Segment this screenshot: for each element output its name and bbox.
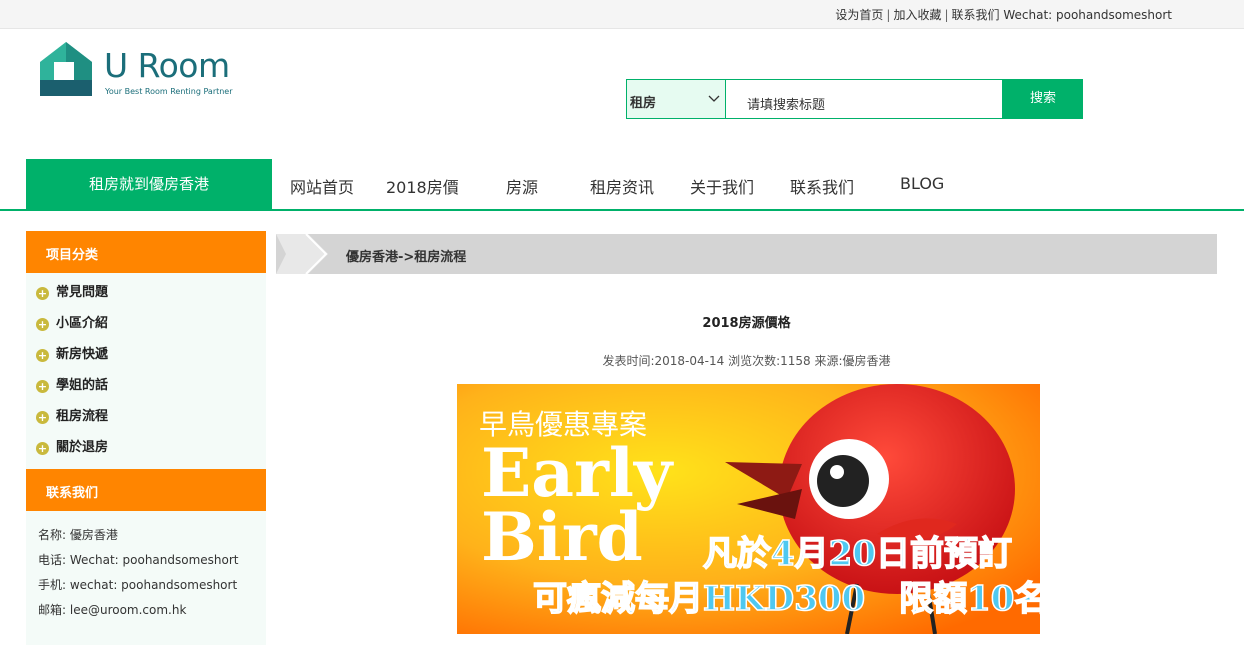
sidebar-contact-title: 联系我们 (26, 469, 266, 511)
house-icon (40, 42, 92, 96)
banner-bird: Bird (481, 498, 643, 576)
chevron-down-icon (708, 95, 720, 102)
add-favorite-link[interactable]: 加入收藏 (893, 8, 941, 22)
sidebar-item-label: 常見問題 (56, 285, 109, 300)
banner-graphic: 早鳥優惠專案 Early Bird 凡於4月20日前預訂 可瘋減每月HKD300… (457, 384, 1040, 634)
set-home-link[interactable]: 设为首页 (835, 8, 883, 22)
sidebar-item-checkout[interactable]: + 關於退房 (36, 436, 108, 455)
breadcrumb-arrow-icon (276, 234, 328, 274)
nav-item-news[interactable]: 租房资讯 (590, 174, 654, 198)
nav-item-prices[interactable]: 2018房價 (386, 174, 459, 198)
search-category-value: 租房 (630, 96, 657, 111)
search-input[interactable] (726, 79, 1003, 119)
contact-name: 名称: 優房香港 (38, 528, 118, 542)
article-meta: 发表时间:2018-04-14 浏览次数:1158 来源:優房香港 (602, 354, 891, 368)
breadcrumb-text: 優房香港->租房流程 (346, 250, 467, 265)
contact-mobile: 手机: wechat: poohandsomeshort (38, 578, 238, 592)
top-links: 设为首页 | 加入收藏 | 联系我们 Wechat: poohandsomeshort (835, 6, 1172, 23)
plus-circle-icon: + (36, 442, 49, 455)
contact-email: 邮箱: lee@uroom.com.hk (38, 603, 187, 617)
logo-tagline: Your Best Room Renting Partner (105, 87, 233, 96)
sidebar-contact-box: 名称: 優房香港 电话: Wechat: poohandsomeshort 手机… (26, 511, 266, 645)
sidebar-item-label: 學姐的話 (56, 378, 109, 393)
site-logo[interactable]: U Room Your Best Room Renting Partner (38, 40, 258, 100)
contact-phone: 电话: Wechat: poohandsomeshort (38, 553, 239, 567)
search-button[interactable]: 搜索 (1003, 79, 1083, 119)
article-title: 2018房源價格 (702, 316, 791, 331)
sidebar-item-senior-tips[interactable]: + 學姐的話 (36, 374, 108, 393)
banner-offer-2: 可瘋減每月HKD300 限額10名 (533, 579, 1040, 619)
banner-offer-1: 凡於4月20日前預訂 (703, 534, 1012, 574)
breadcrumb: 優房香港->租房流程 (276, 234, 1217, 274)
search-category-select[interactable]: 租房 (626, 79, 726, 119)
logo-wordmark: U Room (104, 46, 230, 85)
sidebar-item-rental-process[interactable]: + 租房流程 (36, 405, 108, 424)
sidebar-item-new-listings[interactable]: + 新房快遞 (36, 343, 108, 362)
top-bar: 设为首页 | 加入收藏 | 联系我们 Wechat: poohandsomeshort (0, 0, 1244, 29)
plus-circle-icon: + (36, 287, 49, 300)
plus-circle-icon: + (36, 318, 49, 331)
sidebar-item-label: 租房流程 (56, 409, 109, 424)
nav-item-about[interactable]: 关于我们 (690, 174, 754, 198)
sidebar-category-list: + 常見問題 + 小區介紹 + 新房快遞 + 學姐的話 + 租房流程 + 關於退房 (26, 273, 266, 469)
sidebar-item-label: 新房快遞 (56, 347, 109, 362)
nav-item-blog[interactable]: BLOG (900, 174, 944, 193)
plus-circle-icon: + (36, 411, 49, 424)
sidebar-item-faq[interactable]: + 常見問題 (36, 281, 108, 300)
main-nav: 租房就到優房香港 网站首页 2018房價 房源 租房资讯 关于我们 联系我们 B… (0, 159, 1244, 211)
plus-circle-icon: + (36, 380, 49, 393)
nav-item-contact[interactable]: 联系我们 (790, 174, 854, 198)
sidebar-category-title: 项目分类 (26, 231, 266, 273)
sidebar-item-label: 小區介紹 (56, 316, 109, 331)
plus-circle-icon: + (36, 349, 49, 362)
top-contact-link[interactable]: 联系我们 Wechat: poohandsomeshort (952, 8, 1172, 22)
nav-item-listings[interactable]: 房源 (506, 174, 538, 198)
nav-item-home[interactable]: 网站首页 (290, 174, 354, 198)
sidebar-item-estates[interactable]: + 小區介紹 (36, 312, 108, 331)
top-separator: | (944, 8, 949, 22)
early-bird-banner: 早鳥優惠專案 Early Bird 凡於4月20日前預訂 可瘋減每月HKD300… (457, 384, 1040, 634)
sidebar-item-label: 關於退房 (56, 440, 109, 455)
top-separator: | (886, 8, 891, 22)
nav-brand-button[interactable]: 租房就到優房香港 (26, 159, 272, 209)
search-bar: 租房 搜索 (626, 79, 1083, 119)
